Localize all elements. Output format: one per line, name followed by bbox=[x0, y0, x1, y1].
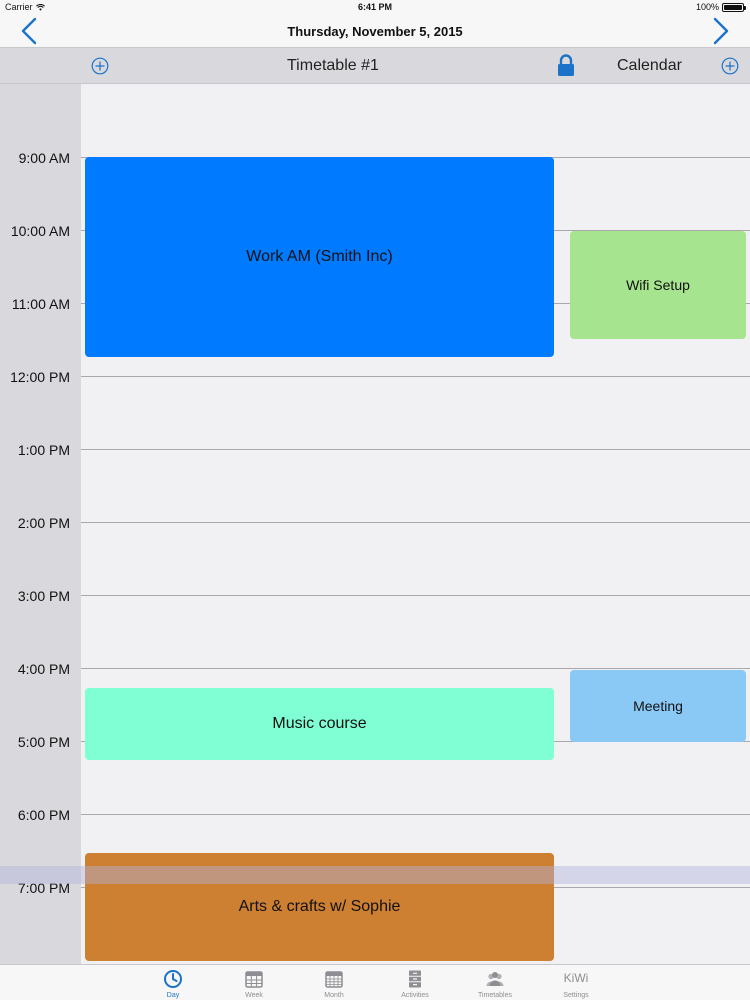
event-work[interactable]: Work AM (Smith Inc) bbox=[85, 157, 554, 357]
tab-timetables[interactable]: Timetables bbox=[455, 967, 535, 1000]
tab-bar: Day Week Month Activities Timetables KiW… bbox=[0, 964, 750, 1000]
time-label: 11:00 AM bbox=[11, 296, 70, 312]
chevron-right-icon[interactable] bbox=[710, 16, 732, 46]
time-label: 5:00 PM bbox=[17, 734, 70, 750]
add-timetable-event-icon[interactable] bbox=[91, 57, 109, 75]
time-label: 2:00 PM bbox=[17, 515, 70, 531]
navigation-bar: Thursday, November 5, 2015 bbox=[0, 14, 750, 48]
calendar-label: Calendar bbox=[617, 57, 682, 74]
time-label: 6:00 PM bbox=[17, 807, 70, 823]
battery-icon bbox=[722, 2, 746, 12]
time-label: 12:00 PM bbox=[10, 369, 70, 385]
time-label: 1:00 PM bbox=[17, 442, 70, 458]
add-calendar-event-icon[interactable] bbox=[721, 57, 739, 75]
battery-percent: 100% bbox=[695, 2, 719, 12]
event-title: Meeting bbox=[633, 698, 683, 714]
event-music-course[interactable]: Music course bbox=[85, 688, 554, 760]
clock-icon bbox=[164, 970, 182, 988]
tab-label: Timetables bbox=[478, 992, 512, 999]
event-title: Work AM (Smith Inc) bbox=[246, 248, 393, 265]
event-meeting[interactable]: Meeting bbox=[570, 670, 746, 742]
event-title: Arts & crafts w/ Sophie bbox=[238, 898, 401, 915]
tab-week[interactable]: Week bbox=[214, 967, 294, 1000]
time-label: 4:00 PM bbox=[17, 661, 70, 677]
tab-label: Month bbox=[324, 992, 344, 999]
time-column: 9:00 AM 10:00 AM 11:00 AM 12:00 PM 1:00 … bbox=[0, 84, 81, 964]
tab-month[interactable]: Month bbox=[294, 967, 374, 1000]
hour-line bbox=[81, 376, 750, 377]
current-time-indicator bbox=[0, 866, 750, 884]
kiwi-icon: KiWi bbox=[563, 971, 589, 985]
month-calendar-icon bbox=[325, 971, 343, 988]
date-title: Thursday, November 5, 2015 bbox=[287, 24, 463, 39]
column-header: Timetable #1 Calendar bbox=[0, 48, 750, 84]
schedule-grid[interactable]: Work AM (Smith Inc) Wifi Setup Music cou… bbox=[81, 84, 750, 964]
battery-info: 100% bbox=[695, 2, 746, 12]
tab-day[interactable]: Day bbox=[133, 967, 213, 1000]
people-icon bbox=[486, 972, 504, 986]
lock-icon[interactable] bbox=[556, 54, 576, 76]
status-bar: Carrier 6:41 PM 100% bbox=[0, 0, 750, 14]
tab-label: Day bbox=[166, 992, 180, 999]
hour-line bbox=[81, 668, 750, 669]
event-title: Wifi Setup bbox=[626, 277, 690, 293]
event-wifi-setup[interactable]: Wifi Setup bbox=[570, 231, 746, 339]
hour-line bbox=[81, 449, 750, 450]
tab-activities[interactable]: Activities bbox=[375, 967, 455, 1000]
tab-label: Activities bbox=[401, 992, 429, 999]
time-label: 9:00 AM bbox=[18, 150, 70, 166]
week-calendar-icon bbox=[245, 971, 263, 988]
timetable-label: Timetable #1 bbox=[287, 57, 379, 74]
tab-label: Week bbox=[245, 992, 263, 999]
time-label: 3:00 PM bbox=[17, 588, 70, 604]
tab-settings[interactable]: KiWi Settings bbox=[536, 967, 616, 1000]
hour-line bbox=[81, 595, 750, 596]
status-time: 6:41 PM bbox=[357, 2, 392, 12]
hour-line bbox=[81, 522, 750, 523]
hour-line bbox=[81, 814, 750, 815]
event-title: Music course bbox=[272, 715, 367, 732]
time-label: 10:00 AM bbox=[10, 223, 70, 239]
cabinet-icon bbox=[409, 970, 421, 988]
tab-label: Settings bbox=[563, 992, 589, 999]
